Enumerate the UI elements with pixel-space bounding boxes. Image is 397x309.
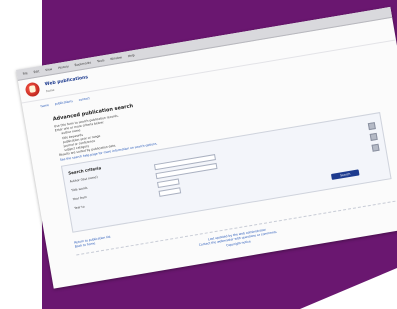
print-icon[interactable] bbox=[369, 132, 378, 141]
menu-item[interactable]: Tools bbox=[97, 58, 105, 63]
menu-item[interactable]: Window bbox=[110, 55, 122, 61]
nav-link[interactable]: publications bbox=[54, 99, 73, 106]
search-button[interactable]: Search bbox=[330, 169, 360, 180]
year-from-input[interactable] bbox=[156, 178, 180, 188]
site-logo-icon[interactable] bbox=[24, 81, 41, 98]
help-icon[interactable] bbox=[367, 121, 376, 130]
year-to-input[interactable] bbox=[158, 187, 182, 197]
menu-item[interactable]: Help bbox=[127, 53, 134, 58]
menu-item[interactable]: View bbox=[45, 67, 53, 72]
menu-item[interactable]: Edit bbox=[33, 69, 39, 74]
menu-item[interactable]: File bbox=[22, 71, 28, 76]
menu-item[interactable]: History bbox=[58, 64, 69, 70]
nav-link[interactable]: contact bbox=[78, 96, 90, 102]
nav-link[interactable]: home bbox=[40, 103, 49, 108]
email-icon[interactable] bbox=[371, 143, 380, 152]
menu-item[interactable]: Bookmarks bbox=[74, 60, 91, 67]
